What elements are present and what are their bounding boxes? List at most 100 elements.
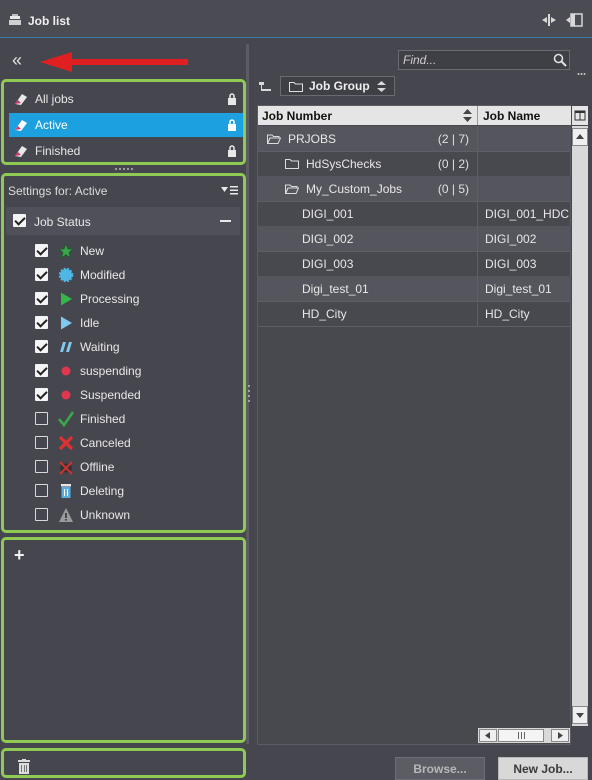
browse-button[interactable]: Browse... [395,757,485,780]
scroll-left-button[interactable] [479,729,497,742]
group-row[interactable]: PRJOBS (2 | 7) [258,126,571,152]
warning-icon [58,507,74,523]
gear-dot-icon [58,267,74,283]
group-by-select[interactable]: Job Group [280,76,395,96]
group-row[interactable]: HdSysChecks (0 | 2) [258,151,571,177]
bottom-toolbar [1,748,246,778]
search-icon[interactable] [553,53,567,67]
scroll-thumb[interactable] [498,729,544,742]
view-label: Finished [35,144,81,158]
trash-icon[interactable] [18,759,30,774]
status-filter-modified[interactable]: Modified [34,265,125,285]
table-row[interactable]: DIGI_001 DIGI_001_HDC [258,201,571,227]
group-count: (0 | 5) [437,182,469,196]
column-separator [477,126,478,151]
vertical-scrollbar[interactable] [572,126,588,726]
splitter-handle[interactable] [114,167,134,171]
checkmark-icon [58,411,75,428]
collapse-group-icon[interactable] [220,220,231,222]
status-filter-unknown[interactable]: Unknown [34,505,130,525]
status-label: Waiting [80,340,120,354]
view-finished[interactable]: Finished [9,139,243,163]
job-number-cell: HD_City [302,307,347,321]
column-header-job-name[interactable]: Job Name [483,109,540,123]
view-all-jobs[interactable]: All jobs [9,87,243,111]
status-filter-suspending[interactable]: suspending [34,361,141,381]
sort-arrows-icon[interactable] [463,109,472,122]
job-name-cell: DIGI_001_HDC [485,207,569,221]
status-filter-new[interactable]: New [34,241,104,261]
column-separator [477,276,478,301]
job-status-label: Job Status [34,215,91,229]
lock-icon [228,145,236,157]
magnet-icon [15,120,27,131]
star-icon [57,242,75,259]
table-row[interactable]: HD_City HD_City [258,301,571,327]
status-filter-waiting[interactable]: Waiting [34,337,120,357]
folder-icon [285,158,299,169]
group-by-label: Job Group [309,79,370,93]
views-panel: All jobs Active Finished [1,79,246,165]
status-label: Finished [80,412,126,426]
search-input[interactable] [398,50,570,70]
group-row[interactable]: My_Custom_Jobs (0 | 5) [258,176,571,202]
table-row[interactable]: Digi_test_01 Digi_test_01 [258,276,571,302]
job-number-cell: DIGI_002 [302,232,354,246]
column-separator [477,151,478,176]
job-number-cell: Digi_test_01 [302,282,369,296]
window-title: Job list [28,14,71,28]
panel-options-icon[interactable] [577,72,586,76]
scroll-right-button[interactable] [551,729,569,742]
job-status-checkbox[interactable] [13,214,26,227]
play-outline-icon [58,315,74,331]
status-filter-finished[interactable]: Finished [34,409,125,429]
status-filter-canceled[interactable]: Canceled [34,433,131,453]
view-active[interactable]: Active [9,113,243,137]
red-dot-icon [58,363,74,379]
pin-icon[interactable] [541,13,557,27]
status-label: Deleting [80,484,125,498]
column-separator[interactable] [477,106,478,125]
group-count: (2 | 7) [437,132,469,146]
job-number-cell: PRJOBS [288,132,337,146]
new-job-button[interactable]: New Job... [498,757,588,780]
status-label: Modified [80,268,126,282]
column-separator [477,176,478,201]
float-window-icon[interactable] [565,13,583,27]
table-row[interactable]: DIGI_002 DIGI_002 [258,226,571,252]
status-label: Unknown [80,508,131,522]
offline-icon [58,459,74,475]
collapse-sidebar-button[interactable]: « [12,50,22,70]
job-name-cell: Digi_test_01 [485,282,552,296]
job-name-cell: DIGI_003 [485,257,537,271]
status-filter-suspended[interactable]: Suspended [34,385,141,405]
status-label: Offline [80,460,115,474]
scroll-up-button[interactable] [572,128,588,146]
scroll-down-button[interactable] [572,706,588,724]
folder-icon [289,81,303,92]
folder-open-icon [284,183,300,194]
job-number-cell: My_Custom_Jobs [306,182,403,196]
status-filter-deleting[interactable]: Deleting [34,481,124,501]
folder-open-icon [266,133,282,144]
add-filter-button[interactable]: + [14,545,25,566]
tree-view-icon[interactable] [259,82,273,92]
column-separator [477,201,478,226]
job-number-cell: DIGI_001 [302,207,354,221]
column-header-job-number[interactable]: Job Number [262,109,332,123]
column-chooser-icon[interactable] [572,106,588,125]
vertical-splitter-handle[interactable] [247,384,251,406]
status-label: Suspended [80,388,141,402]
column-separator [477,226,478,251]
settings-menu-icon[interactable] [221,185,239,195]
x-icon [58,435,74,451]
status-label: Idle [80,316,100,330]
table-row[interactable]: DIGI_003 DIGI_003 [258,251,571,277]
status-filter-processing[interactable]: Processing [34,289,139,309]
status-label: Canceled [80,436,131,450]
status-filter-offline[interactable]: Offline [34,457,114,477]
view-label: All jobs [35,92,74,106]
status-filter-idle[interactable]: Idle [34,313,99,333]
job-list-icon [9,14,21,25]
job-name-cell: HD_City [485,307,530,321]
